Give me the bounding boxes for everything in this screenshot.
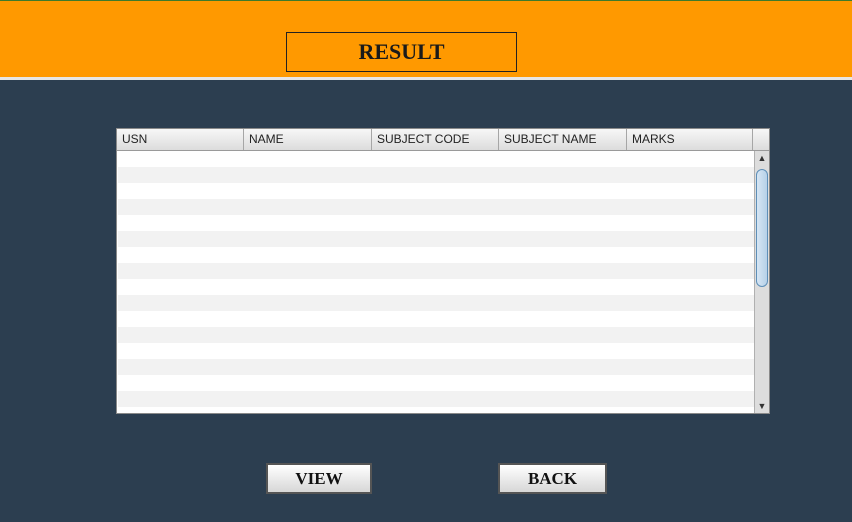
vertical-scrollbar[interactable]: ▲ ▼ — [754, 151, 769, 413]
results-table[interactable]: USN NAME SUBJECT CODE SUBJECT NAME MARKS — [116, 128, 770, 414]
table-row[interactable] — [118, 359, 754, 375]
page-title: RESULT — [286, 32, 517, 72]
table-body — [118, 151, 754, 413]
table-row[interactable] — [118, 183, 754, 199]
column-header-subject-name[interactable]: SUBJECT NAME — [499, 129, 627, 150]
header-divider — [0, 77, 852, 80]
table-row[interactable] — [118, 199, 754, 215]
table-row[interactable] — [118, 407, 754, 413]
table-row[interactable] — [118, 295, 754, 311]
table-row[interactable] — [118, 343, 754, 359]
column-header-usn[interactable]: USN — [117, 129, 244, 150]
back-button[interactable]: BACK — [498, 463, 607, 494]
scroll-down-icon[interactable]: ▼ — [755, 399, 769, 413]
header-bar: RESULT — [0, 0, 852, 77]
table-row[interactable] — [118, 391, 754, 407]
table-row[interactable] — [118, 375, 754, 391]
table-header-corner — [753, 129, 769, 150]
table-row[interactable] — [118, 167, 754, 183]
table-row[interactable] — [118, 311, 754, 327]
table-row[interactable] — [118, 247, 754, 263]
table-row[interactable] — [118, 263, 754, 279]
table-row[interactable] — [118, 327, 754, 343]
scroll-up-icon[interactable]: ▲ — [755, 151, 769, 165]
table-row[interactable] — [118, 231, 754, 247]
table-header: USN NAME SUBJECT CODE SUBJECT NAME MARKS — [117, 129, 769, 151]
column-header-name[interactable]: NAME — [244, 129, 372, 150]
column-header-marks[interactable]: MARKS — [627, 129, 753, 150]
view-button[interactable]: VIEW — [266, 463, 372, 494]
result-window: RESULT USN NAME SUBJECT CODE SUBJECT NAM… — [0, 0, 852, 522]
table-row[interactable] — [118, 279, 754, 295]
scrollbar-thumb[interactable] — [756, 169, 768, 287]
table-row[interactable] — [118, 151, 754, 167]
column-header-subject-code[interactable]: SUBJECT CODE — [372, 129, 499, 150]
table-row[interactable] — [118, 215, 754, 231]
